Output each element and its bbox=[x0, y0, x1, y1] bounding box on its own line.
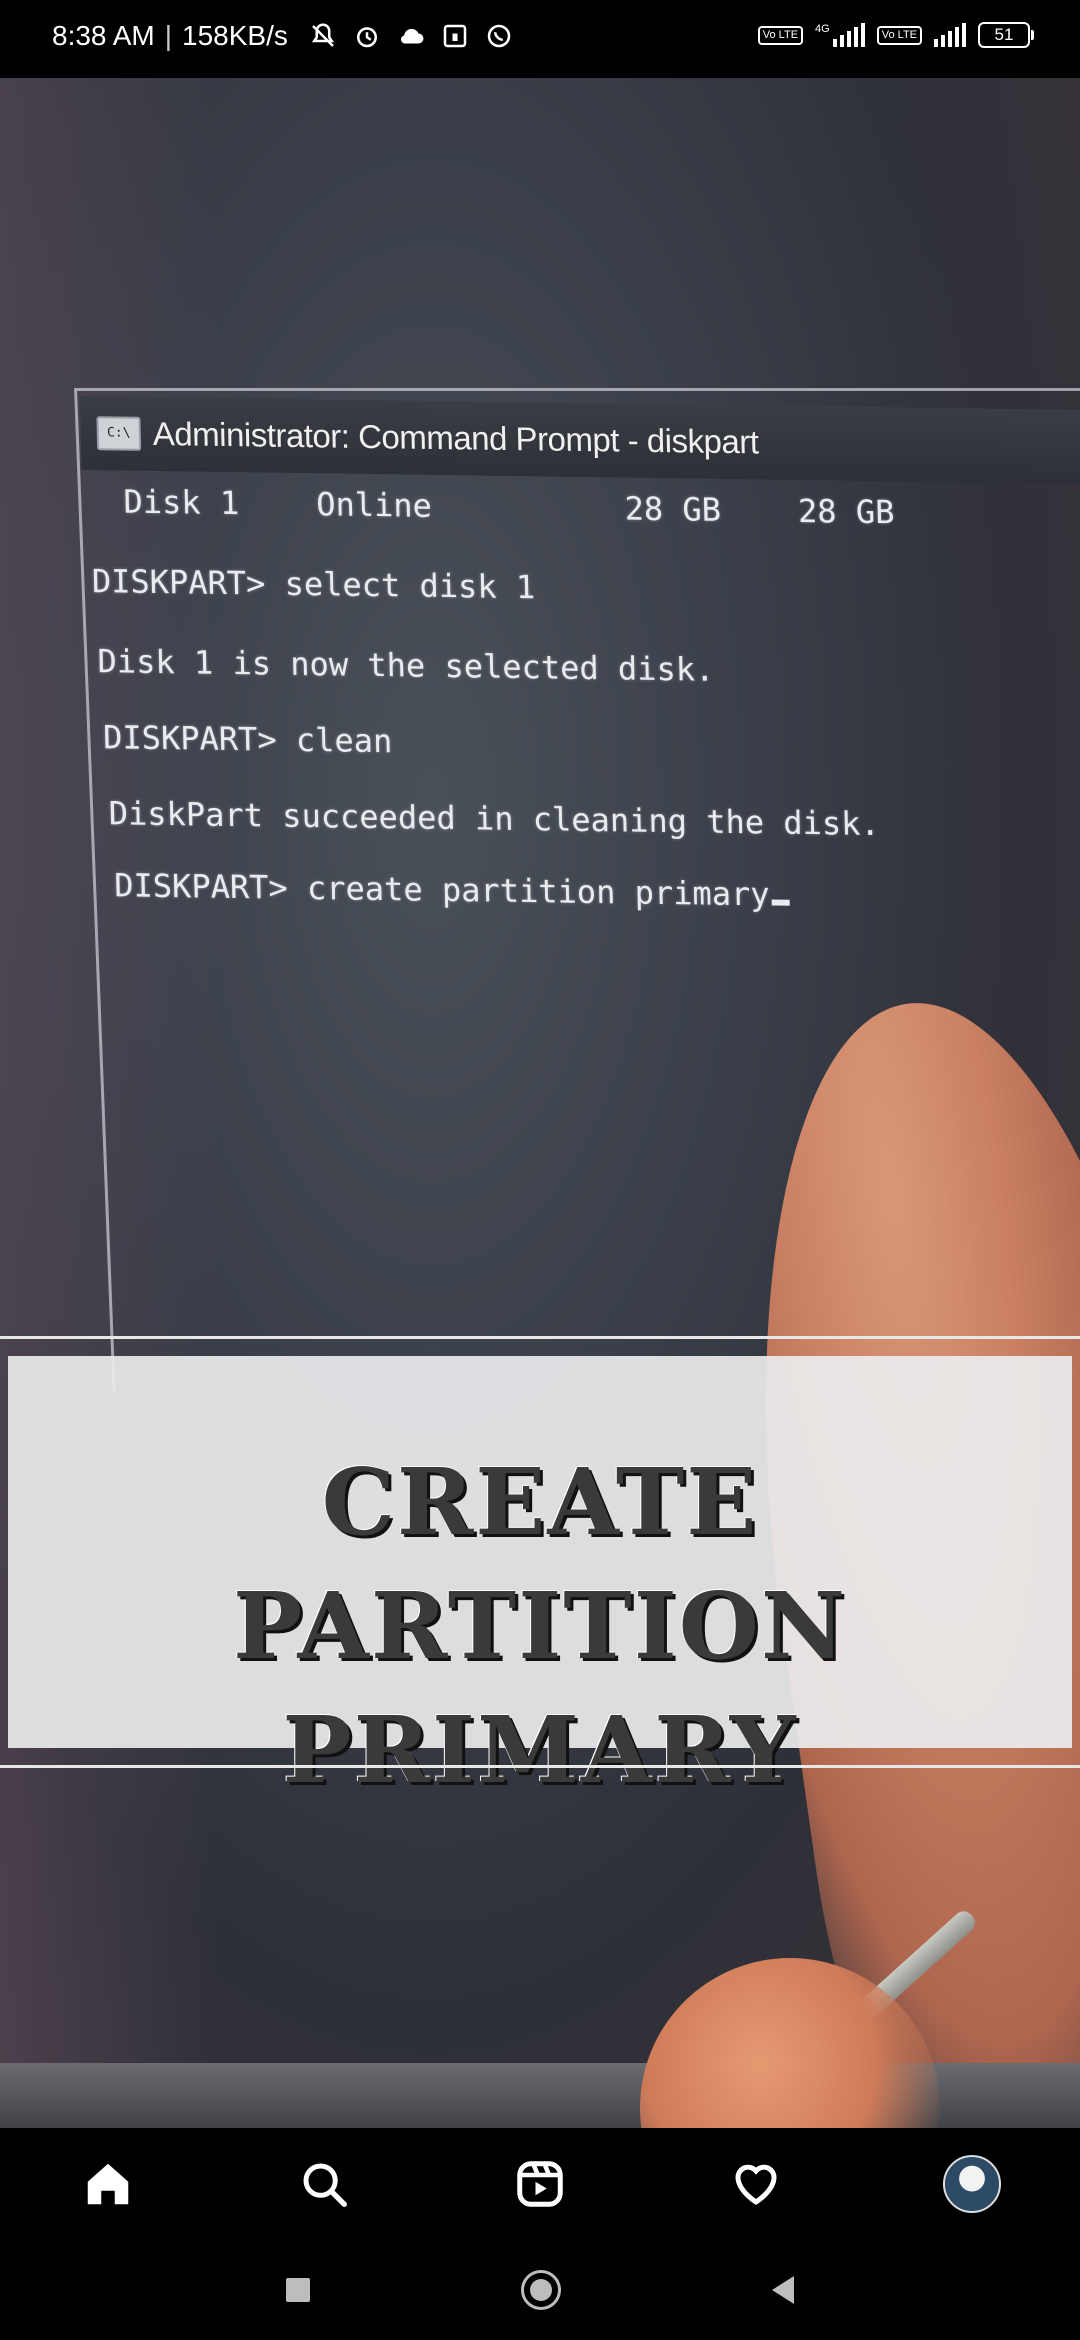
heart-icon bbox=[735, 2164, 777, 2205]
search-icon bbox=[303, 2163, 347, 2207]
status-bar: 8:38 AM | 158KB/s Vo LTE 4G Vo LTE 51 bbox=[0, 0, 1080, 78]
terminal-line: DISKPART> clean bbox=[102, 718, 393, 761]
terminal-line-cursor: DISKPART> create partition primary bbox=[114, 866, 790, 913]
status-right: Vo LTE 4G Vo LTE 51 bbox=[757, 22, 1034, 48]
home-circle-icon bbox=[529, 2279, 552, 2301]
volte-badge-2: Vo LTE bbox=[876, 25, 922, 45]
home-button[interactable] bbox=[63, 2139, 153, 2229]
alarm-icon bbox=[356, 27, 377, 48]
caption-divider-bottom bbox=[0, 1765, 1080, 1768]
system-navigation bbox=[0, 2240, 1080, 2340]
window-title: Administrator: Command Prompt - diskpart bbox=[152, 415, 759, 461]
volte-badge: Vo LTE bbox=[757, 25, 804, 45]
status-left: 8:38 AM | 158KB/s bbox=[52, 20, 514, 52]
bottom-navigation bbox=[0, 2128, 1080, 2240]
home-system-button[interactable] bbox=[520, 2270, 561, 2310]
calendar-icon bbox=[443, 24, 467, 48]
home-icon bbox=[87, 2163, 129, 2205]
status-separator: | bbox=[164, 20, 173, 51]
search-button[interactable] bbox=[279, 2139, 369, 2229]
network-type: 4G bbox=[815, 23, 830, 35]
window-titlebar: C:\ Administrator: Command Prompt - disk… bbox=[80, 396, 1080, 485]
network-speed: 158KB/s bbox=[182, 20, 288, 51]
caption-line-2: PRIMARY bbox=[282, 1696, 798, 1804]
video-frame[interactable]: C:\ Administrator: Command Prompt - disk… bbox=[0, 78, 1080, 2128]
avatar bbox=[943, 2155, 1001, 2213]
terminal-line: Disk 1 Online 28 GB 28 GB bbox=[103, 482, 895, 532]
recents-button[interactable] bbox=[285, 2278, 310, 2302]
caption-line-1: CREATE PARTITION bbox=[233, 1448, 847, 1680]
mute-bell-icon bbox=[311, 23, 334, 47]
reels-icon bbox=[517, 2161, 563, 2207]
caption-divider-top bbox=[0, 1336, 1080, 1339]
cloud-icon bbox=[400, 28, 424, 44]
text-cursor bbox=[771, 899, 790, 906]
caption-text: CREATE PARTITION PRIMARY bbox=[0, 1440, 1080, 1812]
battery-icon: 51 bbox=[978, 22, 1034, 48]
status-time: 8:38 AM bbox=[52, 20, 155, 51]
reels-button[interactable] bbox=[495, 2139, 585, 2229]
back-button[interactable] bbox=[772, 2276, 795, 2304]
terminal-line: DISKPART> create partition primary bbox=[113, 866, 770, 914]
whatsapp-icon bbox=[487, 24, 511, 48]
activity-button[interactable] bbox=[711, 2139, 801, 2229]
terminal-line: Disk 1 is now the selected disk. bbox=[97, 642, 715, 689]
cmd-icon: C:\ bbox=[96, 416, 142, 451]
terminal-line: DiskPart succeeded in cleaning the disk. bbox=[108, 794, 881, 843]
profile-button[interactable] bbox=[927, 2139, 1017, 2229]
terminal-line: DISKPART> select disk 1 bbox=[91, 562, 536, 607]
signal-icon-2 bbox=[934, 23, 966, 47]
signal-icon: 4G bbox=[815, 23, 865, 47]
